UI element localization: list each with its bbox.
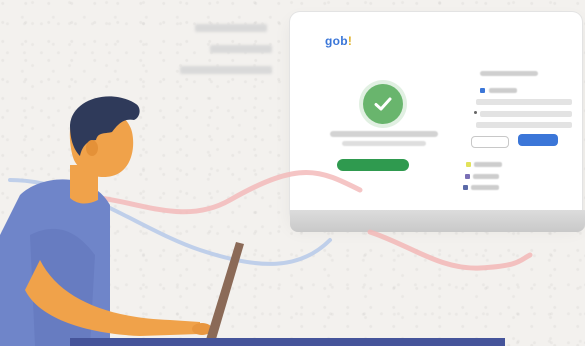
illustration: gob!: [0, 0, 585, 346]
person-illustration: [0, 96, 505, 346]
